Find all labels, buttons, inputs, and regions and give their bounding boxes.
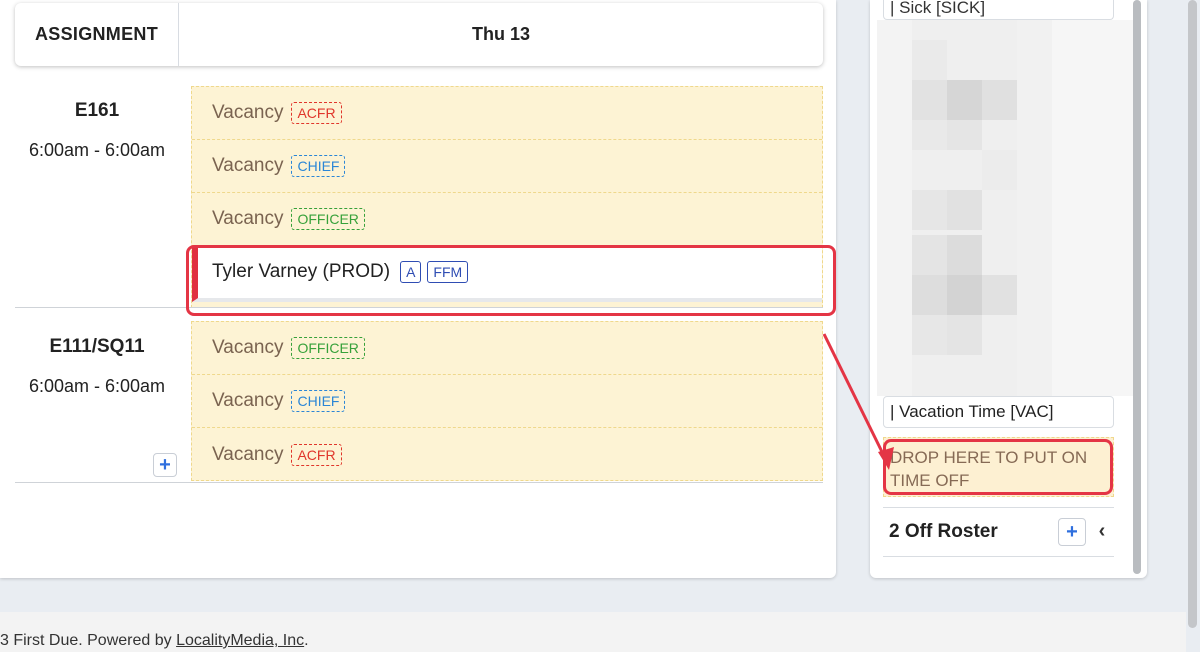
footer-text: 3 First Due. Powered by xyxy=(0,632,177,649)
footer-suffix: . xyxy=(304,632,309,649)
footer: 3 First Due. Powered by LocalityMedia, I… xyxy=(0,612,1186,652)
window-scrollbar[interactable] xyxy=(1188,0,1197,628)
arrow-annotation xyxy=(822,333,894,470)
footer-link[interactable]: LocalityMedia, Inc xyxy=(176,632,304,649)
